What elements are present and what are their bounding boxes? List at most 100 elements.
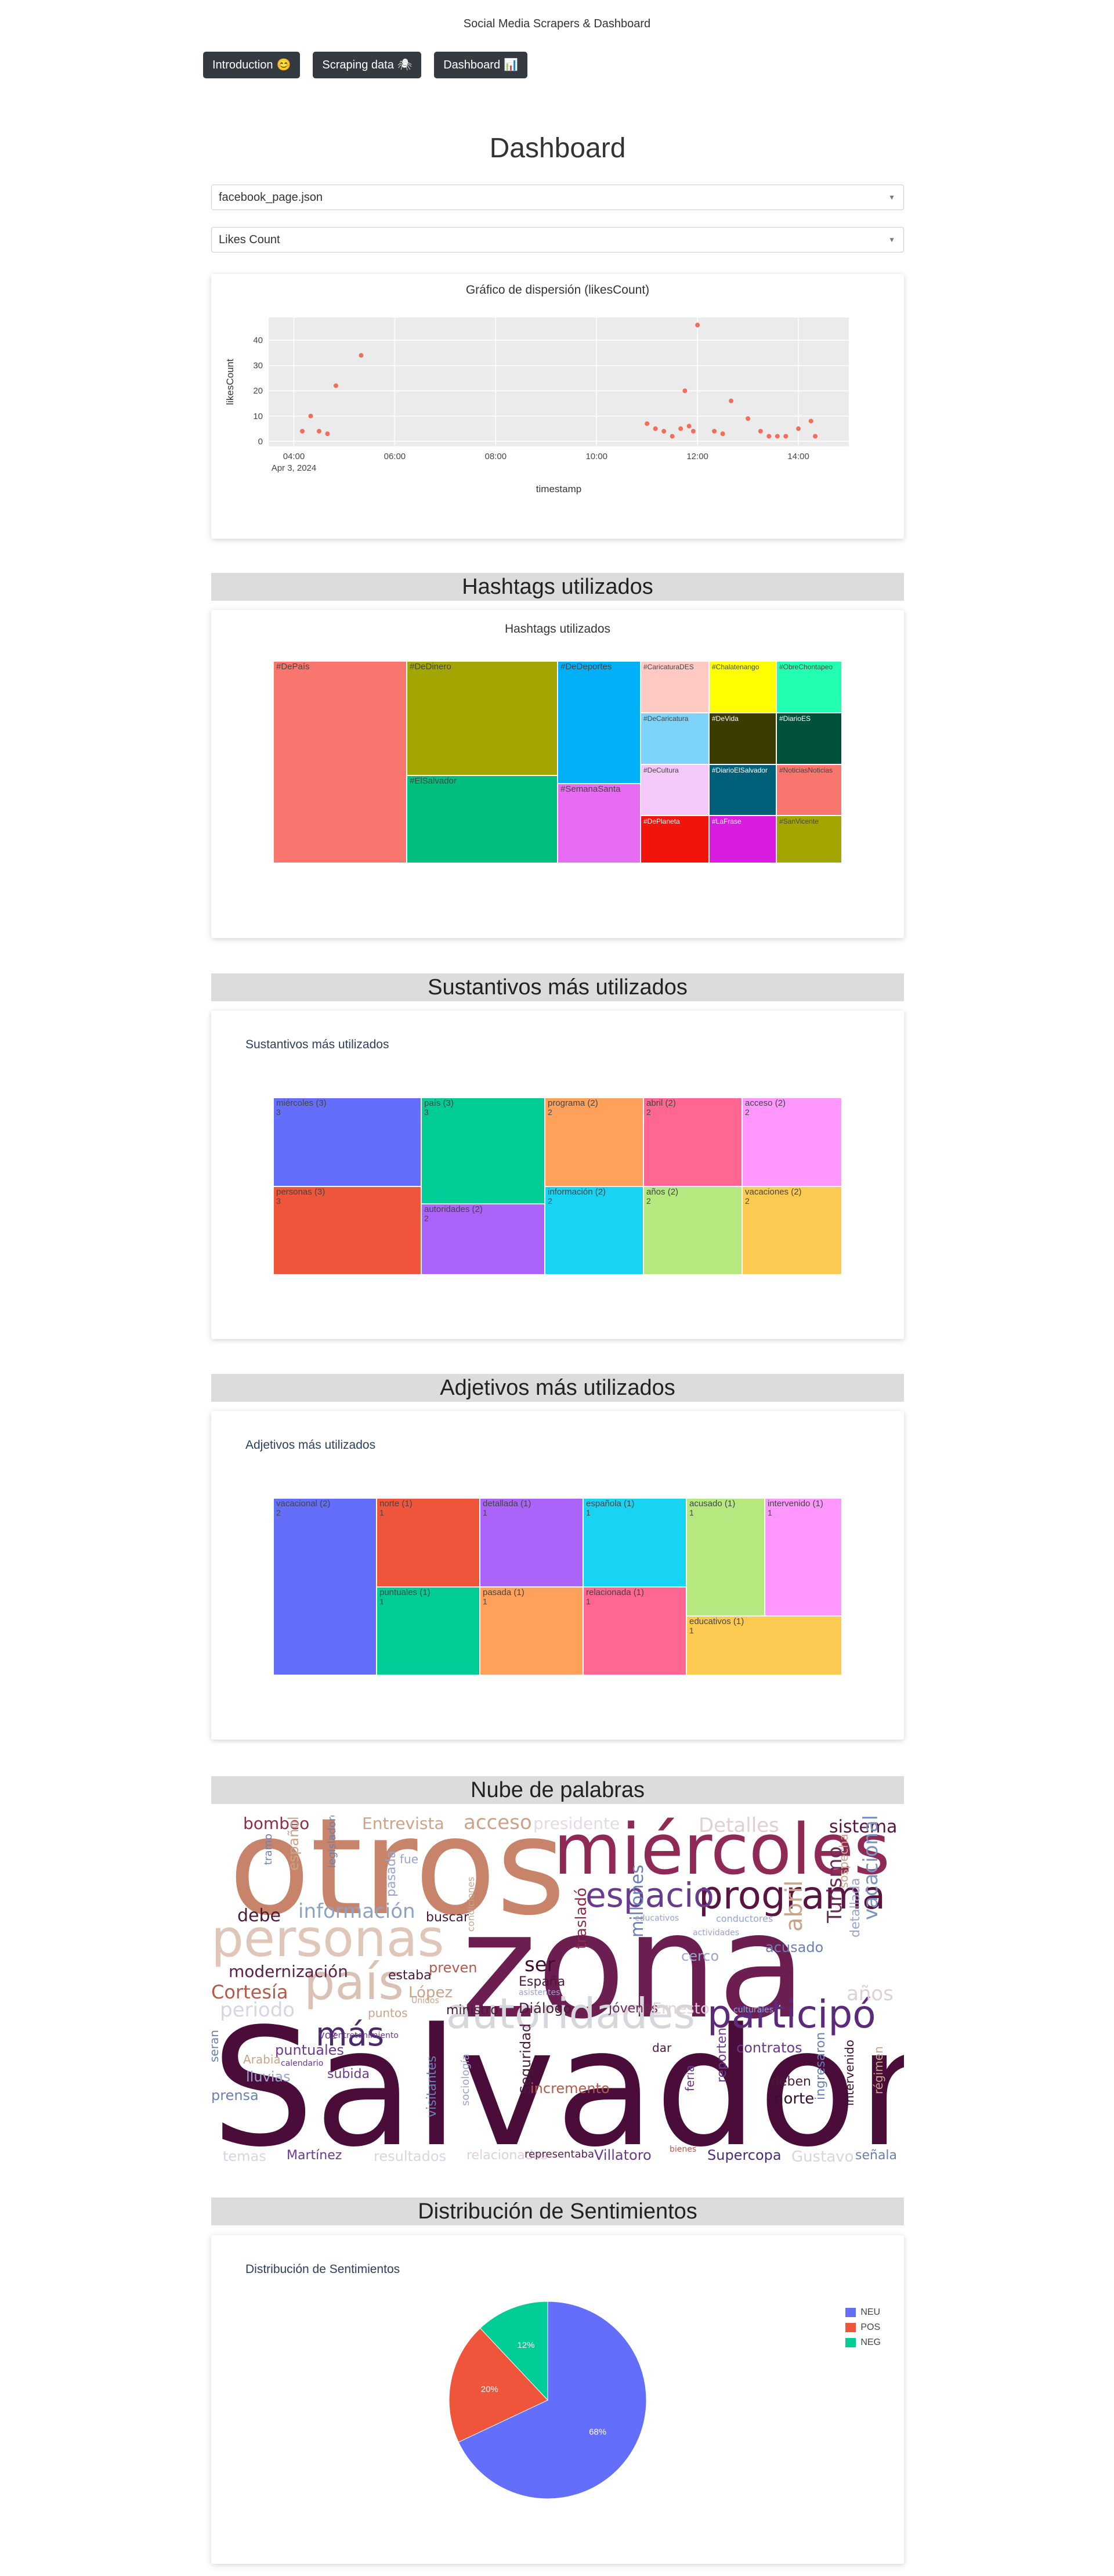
cloud-word: Diálogo: [519, 2000, 572, 2016]
x-tick-sublabel: Apr 3, 2024: [272, 463, 317, 473]
nav-introduction-button[interactable]: Introduction 😊: [203, 52, 301, 78]
treemap-label: #LaFrase: [712, 817, 742, 825]
cloud-word: puntuales: [275, 2042, 344, 2058]
treemap-value: 3: [424, 1107, 429, 1117]
legend-item[interactable]: NEU: [845, 2305, 881, 2320]
cloud-word: España: [519, 1975, 566, 1989]
treemap-label: #Chalatenango: [712, 663, 759, 671]
cloud-word: tramo: [262, 1833, 274, 1865]
plot-area: [269, 318, 849, 446]
hashtags-card: Hashtags utilizados #DePaís #DeDinero #ElS…: [211, 610, 904, 938]
nav-scraping-button[interactable]: Scraping data 🕷: [313, 52, 422, 78]
cloud-word: ser: [525, 1953, 555, 1976]
legend-label: POS: [860, 2322, 881, 2332]
treemap-label: #SanVicente: [779, 817, 819, 825]
cloud-word: feria: [683, 2065, 697, 2091]
sentiment-pie-chart: 68% 20% 12%: [449, 2301, 647, 2499]
cloud-word: contratos: [736, 2040, 802, 2056]
treemap-label: autoridades (2): [424, 1204, 483, 1214]
scatter-point: [746, 416, 751, 421]
y-tick-label: 30: [253, 361, 263, 371]
scatter-point: [359, 353, 364, 358]
treemap-value: 1: [689, 1626, 694, 1635]
treemap-label: #DeVida: [712, 715, 739, 723]
cloud-word: reporten: [715, 2027, 729, 2083]
treemap-tile: [764, 1498, 842, 1617]
treemap-tile: [273, 1498, 377, 1676]
treemap-label: #ElSalvador: [410, 776, 457, 786]
cloud-word: espacio: [585, 1875, 714, 1915]
scatter-point: [813, 434, 818, 439]
treemap-value: 2: [745, 1196, 750, 1206]
treemap-value: 1: [586, 1597, 591, 1606]
legend-item[interactable]: POS: [845, 2320, 881, 2335]
cloud-word: temas: [223, 2148, 266, 2164]
chevron-down-icon: ▼: [888, 193, 895, 201]
pie-slice-label: 20%: [481, 2384, 498, 2394]
cloud-word: años: [847, 1982, 894, 2005]
x-axis-label: timestamp: [536, 484, 581, 495]
scatter-point: [333, 383, 338, 388]
scatter-point: [678, 426, 683, 431]
scatter-point: [695, 323, 700, 328]
treemap-value: 2: [745, 1107, 750, 1117]
cloud-word: trasladó: [573, 1888, 590, 1949]
x-tick-label: 14:00: [787, 452, 809, 461]
metric-select[interactable]: Likes Count ▼: [211, 227, 904, 252]
sustantivos-treemap: miércoles (3)3personas (3)3país (3)3auto…: [273, 1097, 842, 1275]
scatter-point: [758, 428, 763, 434]
nav-dashboard-button[interactable]: Dashboard 📊: [434, 52, 527, 78]
y-axis-label: likesCount: [225, 359, 236, 405]
wordcloud-header: Nube de palabras: [211, 1776, 904, 1804]
treemap-tile: [406, 775, 558, 864]
cloud-word: estaba: [388, 1968, 432, 1983]
treemap-label: intervenido (1): [768, 1499, 823, 1509]
cloud-word: calendario: [281, 2059, 324, 2068]
cloud-word: asistentes: [519, 1988, 560, 1997]
cloud-word: Gustavo: [791, 2148, 854, 2166]
pie-slice-label: 68%: [589, 2427, 606, 2437]
treemap-label: país (3): [424, 1098, 454, 1108]
cloud-word: subida: [327, 2067, 370, 2081]
treemap-tile: [406, 661, 558, 776]
spider-icon: 🕷: [397, 59, 413, 71]
cloud-word: incremento: [530, 2080, 610, 2097]
cloud-word: lluvias: [246, 2069, 291, 2085]
cloud-word: vacacional: [859, 1816, 882, 1920]
nav-introduction-label: Introduction: [212, 59, 273, 71]
cloud-word: dar: [652, 2041, 672, 2055]
legend-swatch: [845, 2338, 856, 2347]
chevron-down-icon: ▼: [888, 236, 895, 244]
cloud-word: deben: [771, 2074, 811, 2089]
cloud-word: fue: [400, 1852, 419, 1866]
scatter-point: [325, 431, 330, 436]
treemap-tile: [742, 1097, 842, 1187]
y-tick-label: 40: [253, 335, 263, 345]
cloud-word: abril: [781, 1880, 808, 1932]
treemap-value: 3: [276, 1107, 281, 1117]
word-cloud: Salvador zona otros miércoles personas progra…: [211, 1816, 904, 2169]
treemap-tile: [273, 1097, 422, 1187]
treemap-label: detallada (1): [483, 1499, 531, 1509]
treemap-label: puntuales (1): [379, 1588, 431, 1597]
x-tick-label: 06:00: [384, 452, 406, 461]
cloud-word: educativos: [635, 1914, 679, 1923]
cloud-word: régimen: [871, 2046, 885, 2094]
cloud-word: modernización: [229, 1962, 348, 1981]
scatter-point: [661, 428, 667, 434]
legend-item[interactable]: NEG: [845, 2335, 881, 2350]
treemap-label: norte (1): [379, 1499, 413, 1509]
top-nav: Introduction 😊 Scraping data 🕷 Dashboard 📊: [203, 52, 527, 78]
treemap-label: #CaricaturaDES: [643, 663, 694, 671]
treemap-tile: [479, 1586, 584, 1676]
scatter-point: [808, 418, 813, 424]
treemap-label: acceso (2): [745, 1098, 786, 1108]
file-select[interactable]: facebook_page.json ▼: [211, 185, 904, 210]
x-tick-label: 08:00: [485, 452, 507, 461]
y-tick-label: 20: [253, 386, 263, 396]
hashtags-header: Hashtags utilizados: [211, 573, 904, 601]
chart-icon: 📊: [504, 59, 518, 71]
cloud-word: millones: [627, 1864, 648, 1938]
treemap-tile: [742, 1186, 842, 1275]
treemap-label: #DiarioES: [779, 715, 811, 723]
